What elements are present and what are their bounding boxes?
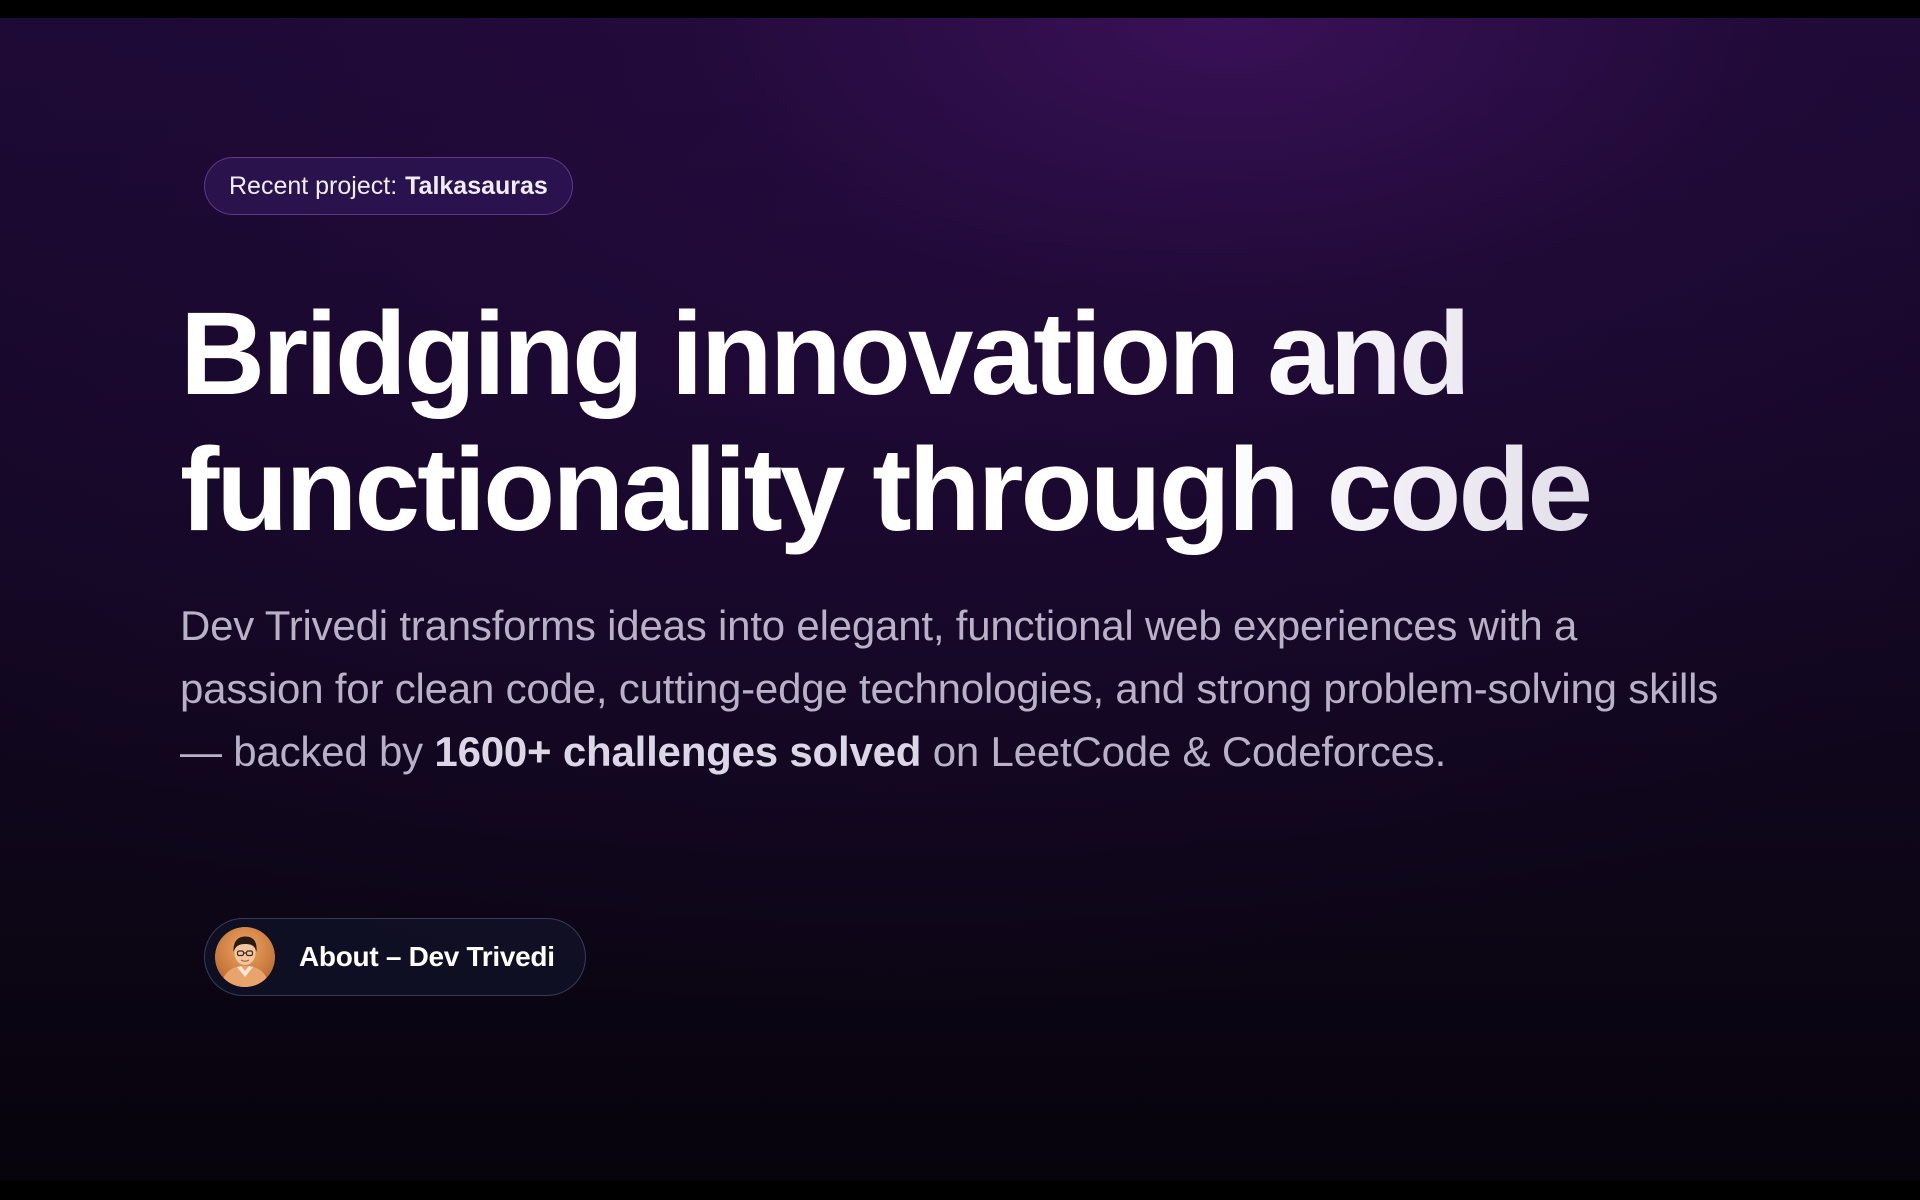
- hero-headline: Bridging innovation and functionality th…: [180, 286, 1740, 558]
- badge-project-name: Talkasauras: [405, 171, 548, 200]
- description-highlight: 1600+ challenges solved: [434, 728, 922, 775]
- hero-screen: Recent project: Talkasauras Bridging inn…: [0, 18, 1920, 1180]
- person-avatar-icon: [215, 927, 275, 987]
- badge-prefix: Recent project:: [229, 171, 398, 200]
- about-button-label: About – Dev Trivedi: [299, 941, 555, 972]
- about-button[interactable]: About – Dev Trivedi: [204, 918, 586, 996]
- headline-line-1: Bridging innovation and: [180, 288, 1468, 420]
- recent-project-badge[interactable]: Recent project: Talkasauras: [204, 157, 573, 215]
- headline-line-2: functionality through code: [180, 424, 1591, 556]
- description-text-end: on LeetCode & Codeforces.: [921, 728, 1447, 775]
- hero-description: Dev Trivedi transforms ideas into elegan…: [180, 594, 1720, 783]
